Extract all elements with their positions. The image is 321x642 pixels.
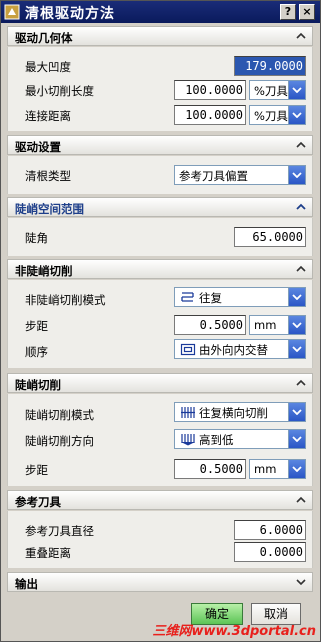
overlap-distance-label: 重叠距离 [25,546,71,560]
high-to-low-icon [181,434,195,446]
unit-value: %刀具 [254,109,288,123]
window-title: 清根驱动方法 [25,6,115,22]
section-body-steep-range: 陡角 65.0000 [7,218,313,256]
section-header-reference-tool[interactable]: 参考刀具 [7,490,313,510]
steep-angle-input[interactable]: 65.0000 [234,227,306,247]
section-title: 陡峭空间范围 [15,202,84,216]
alternate-inward-icon [180,343,196,356]
zigzag-icon [181,292,194,302]
order-select[interactable]: 由外向内交替 [174,339,306,359]
unit-value: mm [254,462,277,476]
dropdown-arrow-icon[interactable] [288,106,305,124]
non-steep-mode-value: 往复 [199,291,222,305]
dropdown-arrow-icon[interactable] [288,81,305,99]
chevron-up-icon [296,265,306,272]
non-steep-mode-select[interactable]: 往复 [174,287,306,307]
ref-tool-diameter-label: 参考刀具直径 [25,524,94,538]
section-header-drive-settings[interactable]: 驱动设置 [7,135,313,155]
cleanup-type-value: 参考刀具偏置 [179,169,248,183]
section-title: 驱动几何体 [15,31,73,45]
watermark: 三维网www.3dportal.cn [152,624,316,639]
section-body-non-steep-cut: 非陡峭切削模式 往复 步距 0.5000 mm 顺序 由外向内交替 [7,280,313,368]
non-steep-mode-label: 非陡峭切削模式 [25,293,106,307]
dropdown-arrow-icon[interactable] [288,316,305,334]
section-title: 非陡峭切削 [15,264,73,278]
app-icon [4,4,20,20]
title-bar[interactable]: 清根驱动方法 ? × [1,1,320,23]
ref-tool-diameter-input[interactable]: 6.0000 [234,520,306,540]
dropdown-arrow-icon[interactable] [288,340,305,358]
section-title: 输出 [15,577,38,591]
min-cut-length-input[interactable]: 100.0000 [174,80,246,100]
section-body-drive-settings: 清根类型 参考刀具偏置 [7,156,313,194]
steep-stepover-label: 步距 [25,463,48,477]
section-title: 陡峭切削 [15,378,61,392]
chevron-up-icon [296,141,306,148]
steep-mode-select[interactable]: 往复横向切削 [174,402,306,422]
section-header-drive-geometry[interactable]: 驱动几何体 [7,26,313,46]
non-steep-stepover-unit-select[interactable]: mm [249,315,306,335]
steep-direction-select[interactable]: 高到低 [174,429,306,449]
order-label: 顺序 [25,345,48,359]
steep-mode-label: 陡峭切削模式 [25,408,94,422]
chevron-down-icon [296,579,306,586]
connect-distance-input[interactable]: 100.0000 [174,105,246,125]
dropdown-arrow-icon[interactable] [288,288,305,306]
max-concavity-label: 最大凹度 [25,60,71,74]
section-title: 驱动设置 [15,140,61,154]
chevron-up-icon [296,203,306,210]
dropdown-arrow-icon[interactable] [288,460,305,478]
connect-distance-label: 连接距离 [25,109,71,123]
cleanup-type-label: 清根类型 [25,169,71,183]
non-steep-stepover-label: 步距 [25,319,48,333]
non-steep-stepover-input[interactable]: 0.5000 [174,315,246,335]
section-header-output[interactable]: 输出 [7,572,313,592]
chevron-up-icon [296,379,306,386]
section-header-steep-cut[interactable]: 陡峭切削 [7,373,313,393]
section-body-reference-tool: 参考刀具直径 6.0000 重叠距离 0.0000 [7,511,313,568]
steep-angle-label: 陡角 [25,231,48,245]
steep-direction-label: 陡峭切削方向 [25,434,94,448]
section-body-drive-geometry: 最大凹度 179.0000 最小切削长度 100.0000 %刀具 连接距离 1… [7,47,313,131]
unit-value: mm [254,318,277,332]
dropdown-arrow-icon[interactable] [288,403,305,421]
max-concavity-input[interactable]: 179.0000 [234,56,306,76]
section-header-steep-range[interactable]: 陡峭空间范围 [7,197,313,217]
help-button[interactable]: ? [280,4,296,20]
order-value: 由外向内交替 [199,343,268,357]
dropdown-arrow-icon[interactable] [288,166,305,184]
steep-direction-value: 高到低 [199,433,234,447]
unit-value: %刀具 [254,84,288,98]
steep-mode-value: 往复横向切削 [199,406,268,420]
dropdown-arrow-icon[interactable] [288,430,305,448]
cleanup-type-select[interactable]: 参考刀具偏置 [174,165,306,185]
chevron-up-icon [296,32,306,39]
dialog-footer: 确定 取消 三维网www.3dportal.cn [1,593,320,641]
steep-stepover-unit-select[interactable]: mm [249,459,306,479]
min-cut-length-unit-select[interactable]: %刀具 [249,80,306,100]
close-button[interactable]: × [299,4,315,20]
section-header-non-steep-cut[interactable]: 非陡峭切削 [7,259,313,279]
overlap-distance-input[interactable]: 0.0000 [234,542,306,562]
section-body-steep-cut: 陡峭切削模式 往复横向切削 陡峭切削方向 高到低 步距 0.5000 mm [7,394,313,486]
steep-stepover-input[interactable]: 0.5000 [174,459,246,479]
clean-up-drive-dialog: 清根驱动方法 ? × 驱动几何体 最大凹度 179.0000 最小切削长度 10… [0,0,321,642]
min-cut-length-label: 最小切削长度 [25,84,94,98]
connect-distance-unit-select[interactable]: %刀具 [249,105,306,125]
section-title: 参考刀具 [15,495,61,509]
chevron-up-icon [296,496,306,503]
zigzag-cross-icon [181,407,195,418]
